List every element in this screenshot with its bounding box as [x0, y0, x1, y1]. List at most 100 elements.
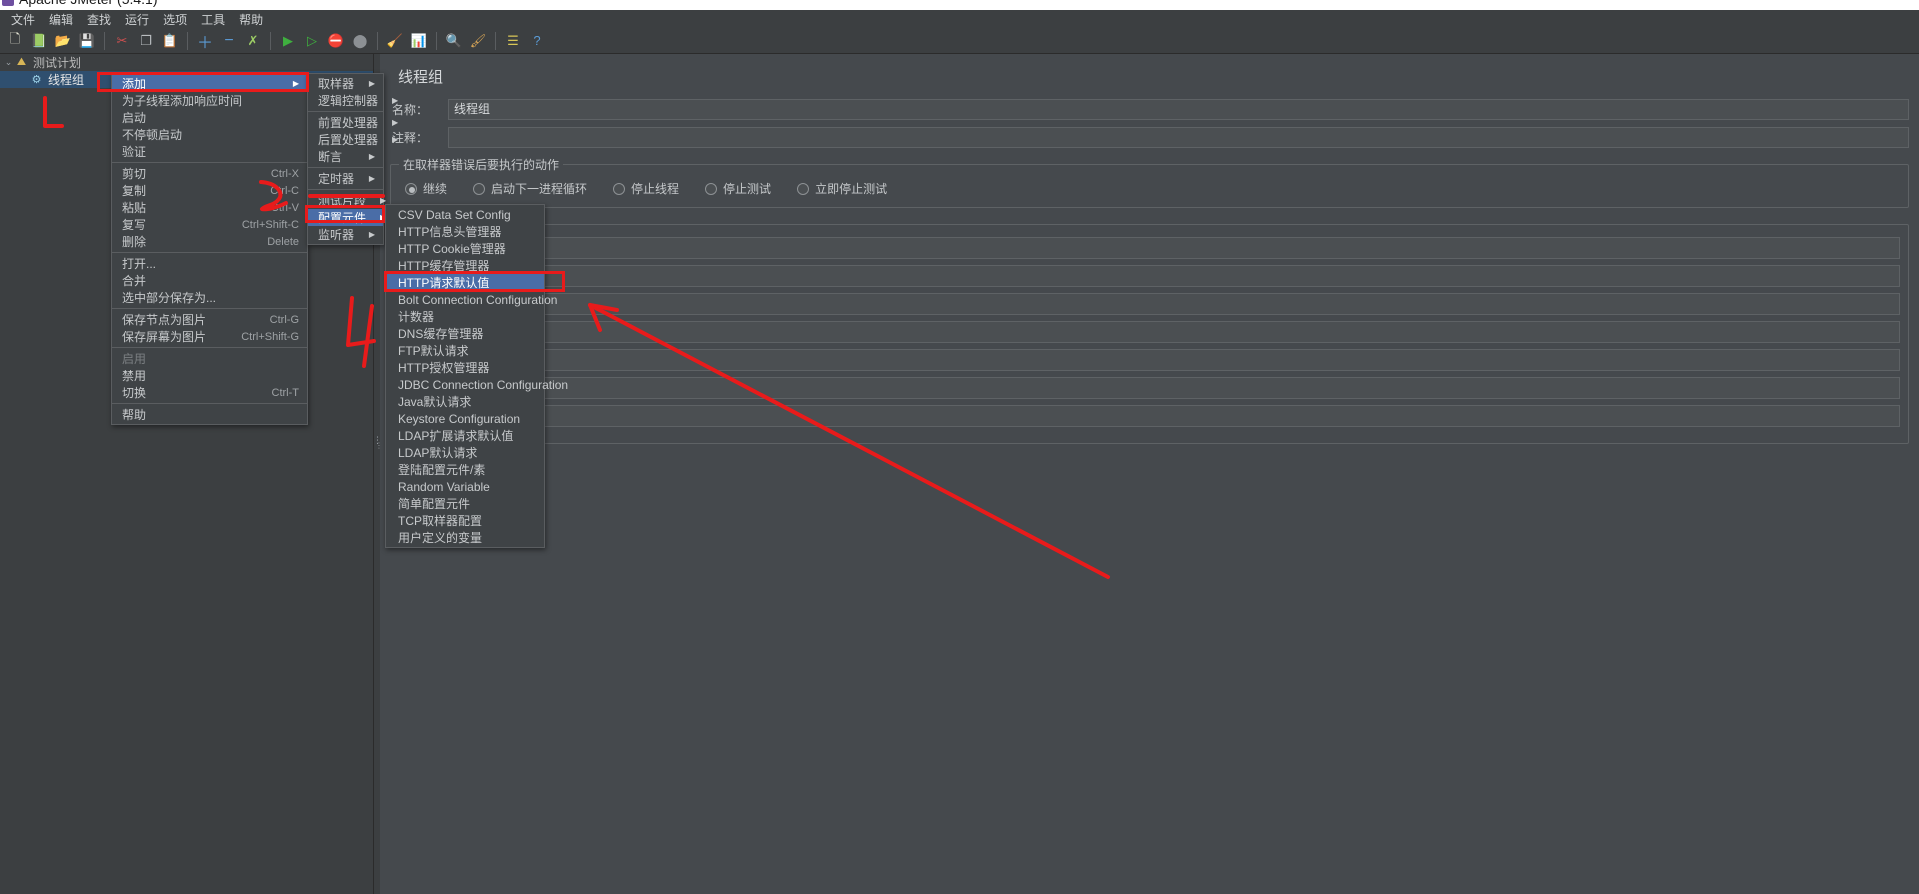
cut-icon[interactable]: ✂	[111, 30, 133, 52]
config-element-submenu[interactable]: CSV Data Set Config HTTP信息头管理器 HTTP Cookie…	[385, 204, 568, 548]
tree-context-menu[interactable]: 添加 ▶ 为子线程添加响应时间 启动 不停顿启动 验证剪切 Ctrl-X 复制 Ctrl-C 粘贴…	[111, 73, 308, 425]
menubar-item-tools[interactable]: 工具	[194, 10, 232, 29]
open-folder-icon[interactable]: 📂	[52, 30, 74, 52]
collapse-all-icon[interactable]: −	[218, 30, 240, 52]
thread-property-row[interactable]	[399, 237, 1900, 259]
thread-property-row[interactable]	[399, 321, 1900, 343]
context-menu-item-9[interactable]: 复写 Ctrl+Shift-C	[112, 216, 307, 233]
radio-dot-icon[interactable]	[705, 182, 718, 195]
config-menu-item-2[interactable]: HTTP Cookie管理器	[386, 240, 544, 257]
config-menu-item-12[interactable]: Keystore Configuration	[386, 410, 544, 427]
context-menu-item-10[interactable]: 删除 Delete	[112, 233, 307, 250]
context-menu-item-14[interactable]: 选中部分保存为...	[112, 289, 307, 306]
chevron-down-icon[interactable]: ⌄	[3, 57, 14, 68]
stop-icon[interactable]: ⛔	[325, 30, 347, 52]
context-menu-item-17[interactable]: 保存屏幕为图片 Ctrl+Shift-G	[112, 328, 307, 345]
add-menu-item-5[interactable]: 断言 ▶	[308, 148, 383, 165]
context-menu-item-12[interactable]: 打开...	[112, 255, 307, 272]
add-menu-item-4[interactable]: 后置处理器 ▶	[308, 131, 398, 148]
clear-all-icon[interactable]: 📊	[408, 30, 430, 52]
paste-icon[interactable]: 📋	[159, 30, 181, 52]
comment-input[interactable]	[448, 127, 1909, 148]
thread-property-row[interactable]	[399, 265, 1900, 287]
config-menu-item-3[interactable]: HTTP缓存管理器	[386, 257, 544, 274]
config-menu-item-10[interactable]: JDBC Connection Configuration	[386, 376, 568, 393]
context-menu-item-3[interactable]: 不停顿启动	[112, 126, 307, 143]
radio-dot-icon[interactable]	[473, 182, 486, 195]
expand-all-icon[interactable]: ＋	[194, 30, 216, 52]
thread-property-row[interactable]	[399, 405, 1900, 427]
config-menu-item-17[interactable]: 简单配置元件	[386, 495, 544, 512]
radio-dot-icon[interactable]	[405, 182, 417, 195]
add-menu-item-7[interactable]: 定时器 ▶	[308, 170, 383, 187]
context-menu-item-16[interactable]: 保存节点为图片 Ctrl-G	[112, 311, 307, 328]
radio-stop-thread[interactable]: 停止线程	[613, 180, 679, 197]
menubar-item-edit[interactable]: 编辑	[42, 10, 80, 29]
name-input[interactable]: 线程组	[448, 99, 1909, 120]
tree-node-test-plan[interactable]: ⌄ ⛰ 测试计划	[0, 54, 373, 71]
reset-search-icon[interactable]: 🖌	[467, 30, 489, 52]
add-menu-item-3[interactable]: 前置处理器 ▶	[308, 114, 398, 131]
add-menu-item-9[interactable]: 测试片段 ▶	[308, 192, 386, 209]
submenu-scroll-indicator[interactable]: ⋮	[373, 436, 382, 445]
config-menu-item-15[interactable]: 登陆配置元件/素	[386, 461, 544, 478]
context-menu-item-8[interactable]: 粘贴 Ctrl-V	[112, 199, 307, 216]
config-menu-item-1[interactable]: HTTP信息头管理器	[386, 223, 544, 240]
add-menu-item-10[interactable]: 配置元件 ▶	[308, 209, 386, 226]
shutdown-icon[interactable]: ⬤	[349, 30, 371, 52]
help-icon[interactable]: ?	[526, 30, 548, 52]
thread-property-row[interactable]	[399, 377, 1900, 399]
start-no-pause-icon[interactable]: ▷	[301, 30, 323, 52]
context-menu-item-2[interactable]: 启动	[112, 109, 307, 126]
config-menu-item-6[interactable]: 计数器	[386, 308, 544, 325]
config-menu-item-4[interactable]: HTTP请求默认值	[386, 274, 544, 291]
function-helper-icon[interactable]: ☰	[502, 30, 524, 52]
config-menu-item-0[interactable]: CSV Data Set Config	[386, 206, 544, 223]
radio-continue[interactable]: 继续	[405, 180, 447, 197]
add-submenu[interactable]: 取样器 ▶ 逻辑控制器 ▶ 前置处理器 ▶ 后置处理器 ▶ 断言 ▶ 定时器 ▶ 测试片段 ▶ 配置元件 ▶ 监…	[307, 73, 398, 245]
new-document-icon[interactable]: 🗋	[4, 30, 26, 52]
context-menu-item-20[interactable]: 禁用	[112, 367, 307, 384]
config-menu-item-13[interactable]: LDAP扩展请求默认值	[386, 427, 544, 444]
radio-dot-icon[interactable]	[797, 182, 810, 195]
context-menu-item-0[interactable]: 添加 ▶	[112, 75, 307, 92]
config-menu-item-8[interactable]: FTP默认请求	[386, 342, 544, 359]
copy-icon[interactable]: ❐	[135, 30, 157, 52]
menubar-item-search[interactable]: 查找	[80, 10, 118, 29]
context-menu-item-7[interactable]: 复制 Ctrl-C	[112, 182, 307, 199]
splitter-grip-icon[interactable]: ⋮	[375, 442, 383, 458]
config-menu-item-16[interactable]: Random Variable	[386, 478, 544, 495]
start-icon[interactable]: ▶	[277, 30, 299, 52]
context-menu-item-6[interactable]: 剪切 Ctrl-X	[112, 165, 307, 182]
config-menu-item-7[interactable]: DNS缓存管理器	[386, 325, 544, 342]
config-menu-item-9[interactable]: HTTP授权管理器	[386, 359, 544, 376]
radio-stop-test[interactable]: 停止测试	[705, 180, 771, 197]
config-menu-item-19[interactable]: 用户定义的变量	[386, 529, 544, 546]
radio-dot-icon[interactable]	[613, 182, 626, 195]
thread-property-row[interactable]	[399, 293, 1900, 315]
menubar-item-file[interactable]: 文件	[4, 10, 42, 29]
config-menu-item-11[interactable]: Java默认请求	[386, 393, 544, 410]
add-menu-item-0[interactable]: 取样器 ▶	[308, 75, 383, 92]
radio-stop-test-now[interactable]: 立即停止测试	[797, 180, 887, 197]
context-menu-item-1[interactable]: 为子线程添加响应时间	[112, 92, 307, 109]
thread-property-row[interactable]	[399, 349, 1900, 371]
add-menu-item-11[interactable]: 监听器 ▶	[308, 226, 383, 243]
add-menu-item-1[interactable]: 逻辑控制器 ▶	[308, 92, 398, 109]
config-menu-item-5[interactable]: Bolt Connection Configuration	[386, 291, 557, 308]
context-menu-item-13[interactable]: 合并	[112, 272, 307, 289]
radio-start-next-loop[interactable]: 启动下一进程循环	[473, 180, 587, 197]
config-menu-item-14[interactable]: LDAP默认请求	[386, 444, 544, 461]
search-icon[interactable]: 🔍	[443, 30, 465, 52]
menubar-item-options[interactable]: 选项	[156, 10, 194, 29]
menubar-item-help[interactable]: 帮助	[232, 10, 270, 29]
config-menu-item-18[interactable]: TCP取样器配置	[386, 512, 544, 529]
menubar-item-run[interactable]: 运行	[118, 10, 156, 29]
context-menu-item-21[interactable]: 切换 Ctrl-T	[112, 384, 307, 401]
context-menu-item-4[interactable]: 验证	[112, 143, 307, 160]
clear-icon[interactable]: 🧹	[384, 30, 406, 52]
context-menu-item-23[interactable]: 帮助	[112, 406, 307, 423]
open-templates-icon[interactable]: 📗	[28, 30, 50, 52]
toggle-icon[interactable]: ✗	[242, 30, 264, 52]
save-icon[interactable]: 💾	[76, 30, 98, 52]
